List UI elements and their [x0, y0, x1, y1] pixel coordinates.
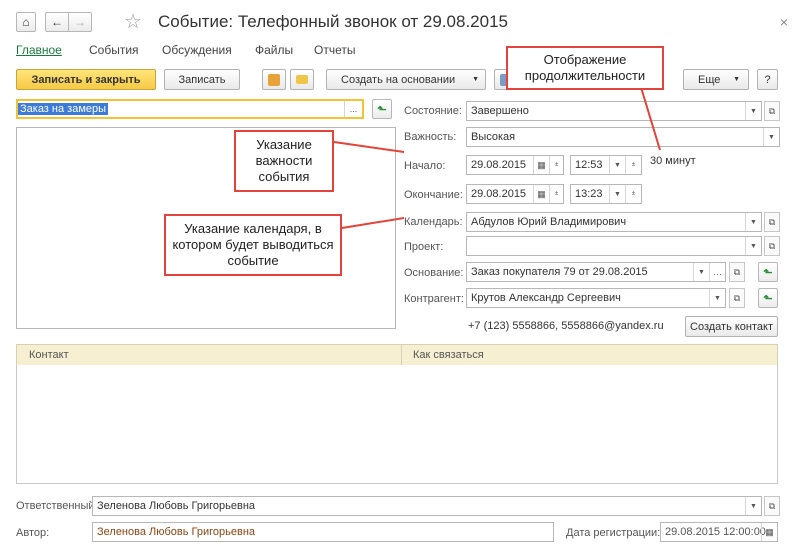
callout-pointers	[333, 83, 661, 229]
calendar-pointer	[341, 217, 405, 229]
calendar-callout: Указание календаря, в котором будет выво…	[164, 214, 342, 276]
importance-callout: Указание важности события	[234, 130, 334, 192]
duration-pointer	[639, 83, 661, 151]
importance-pointer	[333, 141, 405, 153]
duration-callout: Отображение продолжительности	[506, 46, 664, 90]
